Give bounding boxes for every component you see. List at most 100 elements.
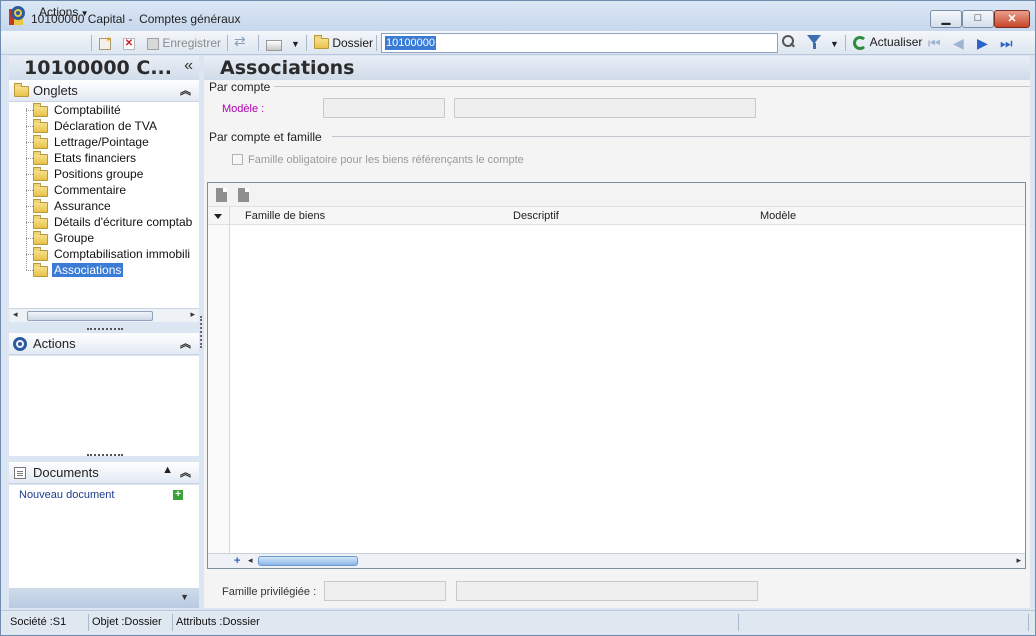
actions-section-header[interactable]: Actions ︽ <box>9 333 199 355</box>
search-input[interactable]: 10100000 <box>381 33 778 53</box>
main-panel: Associations Par compte Modèle : Par com… <box>204 56 1030 608</box>
grid-header: Famille de biens Descriptif Modèle <box>208 207 1025 225</box>
collapse-section-icon[interactable]: ︽ <box>180 335 191 351</box>
folder-button[interactable]: Dossier <box>314 35 373 52</box>
toolbar-separator <box>258 35 259 51</box>
last-record-icon[interactable]: ⏭ <box>1000 36 1013 50</box>
close-button[interactable]: ✕ <box>994 10 1030 28</box>
tree-item-label: Etats financiers <box>54 151 137 165</box>
folder-icon <box>33 183 48 197</box>
folder-icon <box>14 83 29 97</box>
model-code-field[interactable] <box>323 98 445 118</box>
previous-record-icon[interactable]: ◀ <box>953 36 964 50</box>
tree-connector <box>26 206 33 207</box>
maximize-button[interactable]: □ <box>962 10 994 28</box>
left-panel-header: 10100000 C... « <box>9 56 199 80</box>
delete-button[interactable]: ✕ <box>123 36 135 52</box>
new-record-button[interactable] <box>99 35 112 52</box>
add-document-icon[interactable]: + <box>173 490 183 500</box>
add-row-icon[interactable]: + <box>234 555 240 567</box>
folder-icon <box>33 119 48 133</box>
sync-icon: ⇄ <box>234 33 246 49</box>
collapse-section-icon[interactable]: ︽ <box>180 464 191 480</box>
tree-item-label: Comptabilisation immobili <box>54 247 191 261</box>
actions-icon <box>13 337 27 351</box>
tree-connector <box>26 142 33 143</box>
tree-connector <box>26 270 33 271</box>
save-button[interactable]: Enregistrer <box>147 36 221 52</box>
filter-dropdown-icon[interactable]: ▼ <box>830 39 839 49</box>
save-icon <box>147 37 159 50</box>
tree-item[interactable]: Détails d'écriture comptab <box>9 214 199 230</box>
tree-item[interactable]: Commentaire <box>9 182 199 198</box>
tree-item-label: Groupe <box>54 231 95 245</box>
tabs-section-header[interactable]: Onglets ︽ <box>9 80 199 102</box>
minimize-button[interactable]: ▁ <box>930 10 962 28</box>
first-record-icon[interactable]: ⏮ <box>928 36 941 50</box>
mandatory-family-checkbox[interactable] <box>232 154 243 165</box>
tree-item[interactable]: Assurance <box>9 198 199 214</box>
row-selector-dropdown-icon[interactable] <box>208 207 230 225</box>
search-input-value: 10100000 <box>385 36 436 50</box>
tree-item-label: Positions groupe <box>54 167 144 181</box>
scroll-left-icon[interactable]: ◂ <box>13 309 18 320</box>
resize-grip[interactable] <box>87 454 123 456</box>
folder-open-icon <box>33 263 48 277</box>
edit-row-icon[interactable] <box>238 188 249 202</box>
scrollbar-thumb[interactable] <box>258 556 358 566</box>
grid-row-header-column <box>208 225 230 553</box>
tree-connector <box>26 110 33 111</box>
grid-horizontal-scrollbar[interactable]: + ◂ ▸ <box>208 553 1025 568</box>
actions-menu-button[interactable]: Actions ▼ <box>39 5 89 21</box>
collapse-up-icon[interactable]: ▲ <box>162 464 173 476</box>
column-header-description[interactable]: Descriptif <box>513 210 559 222</box>
column-header-model[interactable]: Modèle <box>760 210 796 222</box>
panel-splitter[interactable] <box>200 316 202 348</box>
print-button[interactable] <box>266 38 282 54</box>
group-by-account-family-title: Par compte et famille <box>209 130 325 144</box>
status-attributes: Attributs :Dossier <box>173 614 739 631</box>
tree-item[interactable]: Groupe <box>9 230 199 246</box>
tree-horizontal-scrollbar[interactable]: ◂ ▸ <box>9 308 199 322</box>
status-company: Société :S1 <box>7 614 89 631</box>
documents-section-header[interactable]: Documents ▲ ︽ <box>9 462 199 484</box>
tree-item[interactable]: Etats financiers <box>9 150 199 166</box>
tree-connector <box>26 238 33 239</box>
scroll-right-icon[interactable]: ▸ <box>190 309 195 320</box>
scrollbar-thumb[interactable] <box>27 311 153 321</box>
save-label: Enregistrer <box>162 36 222 50</box>
tree-connector <box>26 126 33 127</box>
print-dropdown-icon[interactable]: ▼ <box>291 39 300 49</box>
tabs-tree: Comptabilité Déclaration de TVA Lettrage/P… <box>9 102 199 308</box>
chevron-down-icon[interactable]: ▼ <box>180 592 189 602</box>
actions-menu-icon[interactable] <box>11 5 25 21</box>
collapse-panel-icon[interactable]: « <box>184 57 193 75</box>
column-header-family[interactable]: Famille de biens <box>245 210 325 222</box>
search-icon[interactable] <box>782 35 796 49</box>
mandatory-family-label: Famille obligatoire pour les biens référ… <box>248 154 524 166</box>
tree-item-label: Assurance <box>54 199 111 213</box>
refresh-button[interactable]: Actualiser <box>853 35 922 51</box>
new-row-icon[interactable] <box>216 188 227 202</box>
new-document-link[interactable]: Nouveau document <box>19 489 114 501</box>
next-record-icon[interactable]: ▶ <box>977 36 988 50</box>
tree-item-label: Associations <box>52 263 124 277</box>
model-description-field[interactable] <box>454 98 756 118</box>
tree-item[interactable]: Comptabilité <box>9 102 199 118</box>
resize-grip[interactable] <box>87 328 123 330</box>
tree-item[interactable]: Déclaration de TVA <box>9 118 199 134</box>
tree-item[interactable]: Associations <box>9 262 199 278</box>
collapse-section-icon[interactable]: ︽ <box>180 82 191 98</box>
scroll-right-icon[interactable]: ▸ <box>1016 555 1021 566</box>
document-icon <box>14 467 26 479</box>
sync-button[interactable]: ⇄ <box>234 33 246 51</box>
preferred-family-description-field[interactable] <box>456 581 758 601</box>
actions-section-body <box>9 356 199 456</box>
toolbar-separator <box>306 35 307 51</box>
scroll-left-icon[interactable]: ◂ <box>248 555 253 566</box>
preferred-family-code-field[interactable] <box>324 581 446 601</box>
tree-item[interactable]: Comptabilisation immobili <box>9 246 199 262</box>
tree-item[interactable]: Positions groupe <box>9 166 199 182</box>
status-bar: Société :S1 Objet :Dossier Attributs :Do… <box>1 610 1035 634</box>
tree-item[interactable]: Lettrage/Pointage <box>9 134 199 150</box>
